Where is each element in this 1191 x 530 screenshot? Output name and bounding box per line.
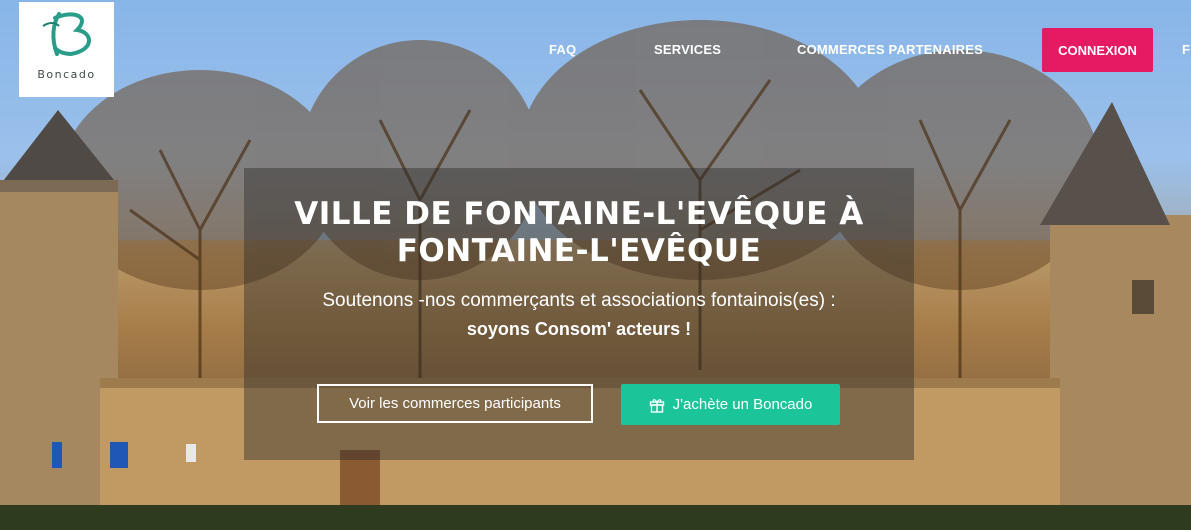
nav-overflow-item[interactable]: F bbox=[1182, 42, 1190, 57]
hero-subtitle: Soutenons -nos commerçants et associatio… bbox=[322, 290, 836, 311]
buy-boncado-label: J'achète un Boncado bbox=[672, 396, 813, 413]
view-participating-shops-button[interactable]: Voir les commerces participants bbox=[317, 384, 593, 423]
gift-icon bbox=[649, 398, 664, 413]
nav-partner-shops[interactable]: COMMERCES PARTENAIRES bbox=[797, 42, 983, 57]
nav-services[interactable]: SERVICES bbox=[654, 42, 721, 57]
hero-panel: VILLE DE FONTAINE-L'EVÊQUE À FONTAINE-L'… bbox=[244, 168, 914, 460]
boncado-b-icon bbox=[42, 12, 91, 57]
buy-boncado-button[interactable]: J'achète un Boncado bbox=[621, 384, 840, 425]
logo-wordmark: Boncado bbox=[37, 68, 96, 81]
hero-tagline: soyons Consom' acteurs ! bbox=[466, 319, 692, 339]
nav-faq[interactable]: FAQ bbox=[549, 42, 576, 57]
boncado-logo[interactable]: Boncado bbox=[19, 2, 114, 97]
page-title: VILLE DE FONTAINE-L'EVÊQUE À FONTAINE-L'… bbox=[294, 196, 864, 269]
login-button[interactable]: CONNEXION bbox=[1042, 28, 1153, 72]
